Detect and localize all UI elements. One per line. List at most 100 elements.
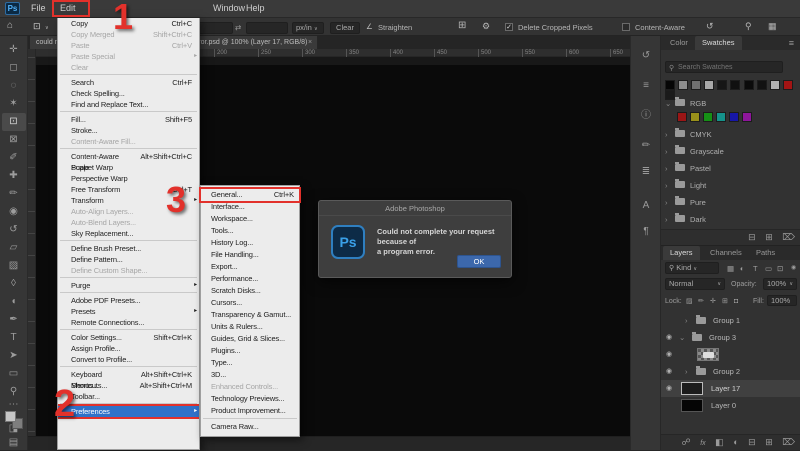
layer-thumbnail[interactable]: [681, 382, 703, 395]
submenu-item-transparency-gamut[interactable]: Transparency & Gamut...: [201, 309, 299, 321]
delete-icon[interactable]: ⌦: [782, 232, 795, 242]
search-swatches-input[interactable]: [665, 61, 783, 73]
crop-settings-gear-icon[interactable]: ⚙: [482, 21, 490, 32]
filter-smart-object-icon[interactable]: ⊡: [777, 262, 783, 275]
submenu-item-product-improvement[interactable]: Product Improvement...: [201, 405, 299, 417]
edit-menu-item-check-spelling[interactable]: Check Spelling...: [58, 88, 199, 99]
submenu-item-file-handling[interactable]: File Handling...: [201, 249, 299, 261]
opacity-dropdown[interactable]: 100% ∨: [763, 278, 797, 290]
swatch[interactable]: [690, 112, 701, 122]
swatch[interactable]: [704, 80, 715, 90]
close-tab-icon[interactable]: ×: [308, 36, 312, 49]
foreground-background-colors[interactable]: [4, 411, 24, 429]
edit-menu-item-define-pattern[interactable]: Define Pattern...: [58, 254, 199, 265]
submenu-item-export[interactable]: Export...: [201, 261, 299, 273]
layer-row-layer0[interactable]: Layer 0: [661, 397, 800, 414]
filter-adjustment-icon[interactable]: ◐: [740, 262, 745, 275]
swatch-group-pastel[interactable]: › Pastel: [665, 162, 797, 177]
filter-pixel-icon[interactable]: ▦: [727, 262, 734, 275]
path-select-tool[interactable]: ➤: [2, 347, 26, 365]
submenu-item-3d[interactable]: 3D...: [201, 369, 299, 381]
swatch[interactable]: [743, 80, 754, 90]
submenu-item-units-rulers[interactable]: Units & Rulers...: [201, 321, 299, 333]
blend-mode-dropdown[interactable]: Normal ∨: [665, 278, 725, 290]
more-tools-icon[interactable]: ⋯: [2, 400, 26, 410]
clear-button[interactable]: Clear: [330, 22, 360, 34]
ok-button[interactable]: OK: [457, 255, 501, 268]
crop-width-field[interactable]: [197, 22, 233, 34]
chevron-right-icon[interactable]: ›: [685, 312, 694, 329]
edit-menu-item-adobe-pdf-presets[interactable]: Adobe PDF Presets...: [58, 295, 199, 306]
swatch-group-light[interactable]: › Light: [665, 179, 797, 194]
swatch[interactable]: [678, 80, 689, 90]
new-swatch-icon[interactable]: ⊞: [765, 232, 773, 242]
edit-menu-item-puppet-warp[interactable]: Puppet Warp: [58, 162, 199, 173]
swatch[interactable]: [691, 80, 702, 90]
edit-menu-item-fill[interactable]: Fill... Shift+F5: [58, 114, 199, 125]
lock-transparency-icon[interactable]: ▨: [686, 295, 693, 308]
swap-dimensions-icon[interactable]: ⇄: [235, 23, 241, 32]
history-brush-tool[interactable]: ↺: [2, 221, 26, 239]
type-tool[interactable]: T: [2, 329, 26, 347]
edit-menu-item-content-aware-scale[interactable]: Content-Aware Scale Alt+Shift+Ctrl+C: [58, 151, 199, 172]
swatch[interactable]: [782, 80, 793, 90]
new-group-icon[interactable]: ⊟: [748, 232, 756, 242]
lasso-tool[interactable]: ◌: [2, 77, 26, 95]
gradient-tool[interactable]: ▨: [2, 257, 26, 275]
edit-menu-item-presets[interactable]: Presets ▸: [58, 306, 199, 317]
eraser-tool[interactable]: ▱: [2, 239, 26, 257]
brush-settings-panel-icon[interactable]: ≣: [631, 166, 661, 177]
info-panel-icon[interactable]: ⓘ: [631, 106, 661, 121]
edit-menu-item-define-custom-shape[interactable]: Define Custom Shape...: [58, 265, 199, 276]
edit-menu-item-clear[interactable]: Clear: [58, 62, 199, 73]
submenu-item-type[interactable]: Type...: [201, 357, 299, 369]
marquee-tool[interactable]: ◻: [2, 59, 26, 77]
edit-menu-item-preferences[interactable]: Preferences ▸: [58, 406, 199, 417]
add-mask-icon[interactable]: ◧: [715, 437, 724, 447]
tab-paths[interactable]: Paths: [749, 246, 782, 260]
swatch[interactable]: [730, 80, 741, 90]
rectangle-tool[interactable]: ▭: [2, 365, 26, 383]
swatch-group-grayscale[interactable]: › Grayscale: [665, 145, 797, 160]
delete-cropped-pixels-checkbox[interactable]: ✓: [505, 23, 513, 31]
edit-menu-item-define-brush[interactable]: Define Brush Preset...: [58, 243, 199, 254]
search-icon[interactable]: ⚲: [745, 21, 752, 32]
filter-type-icon[interactable]: T: [753, 262, 758, 275]
edit-menu-item-sky-replacement[interactable]: Sky Replacement...: [58, 228, 199, 239]
straighten-label[interactable]: Straighten: [378, 23, 412, 32]
edit-menu-item-purge[interactable]: Purge ▸: [58, 280, 199, 291]
overlay-grid-icon[interactable]: ⊞: [458, 20, 466, 31]
swatch[interactable]: [703, 112, 714, 122]
layer-row-group2[interactable]: ◉ › Group 2: [661, 363, 800, 380]
submenu-item-performance[interactable]: Performance...: [201, 273, 299, 285]
fill-dropdown[interactable]: 100%: [767, 295, 797, 306]
move-tool[interactable]: ✛: [2, 41, 26, 59]
brushes-panel-icon[interactable]: ✏: [631, 140, 661, 151]
eye-icon[interactable]: ◉: [666, 363, 672, 380]
edit-menu-item-search[interactable]: Search Ctrl+F: [58, 77, 199, 88]
swatch[interactable]: [756, 80, 767, 90]
eye-icon[interactable]: ◉: [666, 380, 672, 397]
chevron-right-icon[interactable]: ›: [685, 363, 694, 380]
swatch-group-pure[interactable]: › Pure: [665, 196, 797, 211]
submenu-item-cursors[interactable]: Cursors...: [201, 297, 299, 309]
layer-thumbnail[interactable]: [697, 348, 719, 361]
new-layer-icon[interactable]: ⊞: [765, 437, 773, 447]
submenu-item-plugins[interactable]: Plugins...: [201, 345, 299, 357]
edit-menu-item-remote-connections[interactable]: Remote Connections...: [58, 317, 199, 328]
home-icon[interactable]: ⌂: [7, 20, 13, 31]
layer-thumbnail[interactable]: [681, 399, 703, 412]
eye-icon[interactable]: ◉: [666, 346, 672, 363]
filter-shape-icon[interactable]: ▭: [765, 262, 772, 275]
submenu-item-guides-grid-slices[interactable]: Guides, Grid & Slices...: [201, 333, 299, 345]
submenu-item-scratch-disks[interactable]: Scratch Disks...: [201, 285, 299, 297]
layer-style-fx-icon[interactable]: fx: [700, 440, 705, 447]
pen-tool[interactable]: ✒: [2, 311, 26, 329]
edit-menu-item-paste[interactable]: Paste Ctrl+V: [58, 40, 199, 51]
menu-file[interactable]: File: [31, 3, 46, 13]
properties-panel-icon[interactable]: ≡: [631, 80, 661, 91]
crop-tool-icon[interactable]: ⊡: [33, 21, 41, 32]
tab-color[interactable]: Color: [663, 36, 695, 50]
blur-tool[interactable]: ◊: [2, 275, 26, 293]
submenu-item-history-log[interactable]: History Log...: [201, 237, 299, 249]
